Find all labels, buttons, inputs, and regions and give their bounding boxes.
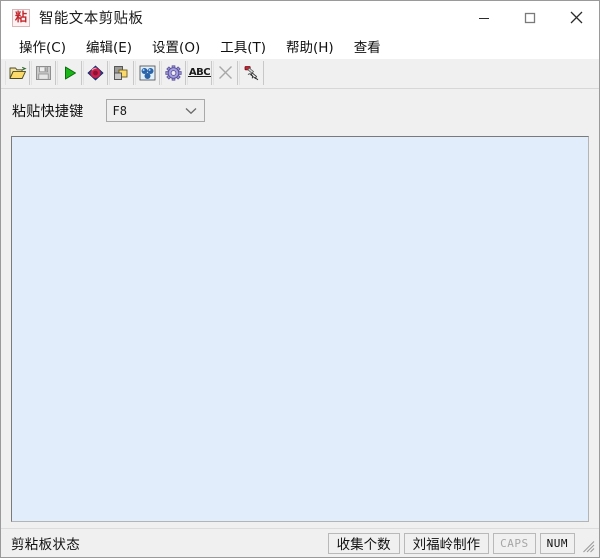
status-num-panel: NUM <box>539 532 575 554</box>
application-window: 智能文本剪贴板 操作(C) 编辑(E) 设置(O) 工具(T) <box>0 0 600 558</box>
title-bar: 智能文本剪贴板 <box>1 1 599 34</box>
close-button[interactable] <box>553 1 599 34</box>
save-disk-icon <box>36 65 51 80</box>
status-message: 剪粘板状态 <box>11 537 80 553</box>
open-button[interactable] <box>5 60 30 85</box>
clear-button[interactable] <box>213 60 238 85</box>
save-button[interactable] <box>31 60 56 85</box>
resize-grip-icon[interactable] <box>581 539 597 555</box>
window-controls <box>461 1 599 34</box>
copy-button[interactable] <box>109 60 134 85</box>
close-x-icon <box>219 66 232 79</box>
shortcut-row: 粘贴快捷键 F8 <box>1 89 599 132</box>
menu-item-operation[interactable]: 操作(C) <box>9 34 76 59</box>
picture-button[interactable] <box>135 60 160 85</box>
gem-button[interactable] <box>83 60 108 85</box>
marker-button[interactable] <box>239 60 264 85</box>
menu-item-edit[interactable]: 编辑(E) <box>76 34 142 59</box>
gear-settings-icon <box>165 64 182 81</box>
copy-layers-icon <box>114 65 128 80</box>
start-button[interactable] <box>57 60 82 85</box>
window-title: 智能文本剪贴板 <box>39 11 144 27</box>
play-start-icon <box>64 66 76 79</box>
paste-shortcut-label: 粘贴快捷键 <box>12 103 84 120</box>
chevron-down-icon <box>185 100 197 121</box>
spellcheck-button[interactable]: ABC <box>187 60 212 85</box>
diamond-gem-icon <box>87 64 104 81</box>
picture-image-icon <box>139 65 156 80</box>
status-count-panel: 收集个数 <box>327 532 400 554</box>
app-icon <box>12 8 30 27</box>
menu-item-view[interactable]: 查看 <box>344 34 391 59</box>
toolbar: ABC <box>1 58 599 86</box>
settings-button[interactable] <box>161 60 186 85</box>
hand-marker-icon <box>244 65 259 80</box>
menu-item-help[interactable]: 帮助(H) <box>276 34 344 59</box>
menu-item-tools[interactable]: 工具(T) <box>210 34 276 59</box>
paste-shortcut-select[interactable]: F8 <box>105 99 205 122</box>
clipboard-list-panel[interactable] <box>11 136 589 522</box>
close-icon <box>570 11 582 24</box>
status-caps-panel: CAPS <box>493 532 536 554</box>
status-bar: 剪粘板状态 收集个数 刘福岭制作 CAPS NUM <box>1 528 599 557</box>
paste-shortcut-value: F8 <box>112 103 127 118</box>
maximize-icon <box>524 12 536 23</box>
maximize-button[interactable] <box>507 1 553 34</box>
menu-item-settings[interactable]: 设置(O) <box>142 34 210 59</box>
minimize-button[interactable] <box>461 1 507 34</box>
abc-spellcheck-icon: ABC <box>187 67 212 78</box>
content-area <box>1 132 599 528</box>
open-folder-icon <box>9 66 27 79</box>
menu-bar: 操作(C) 编辑(E) 设置(O) 工具(T) 帮助(H) 查看 <box>1 34 599 58</box>
minimize-icon <box>479 17 489 19</box>
status-author-panel: 刘福岭制作 <box>403 532 490 554</box>
